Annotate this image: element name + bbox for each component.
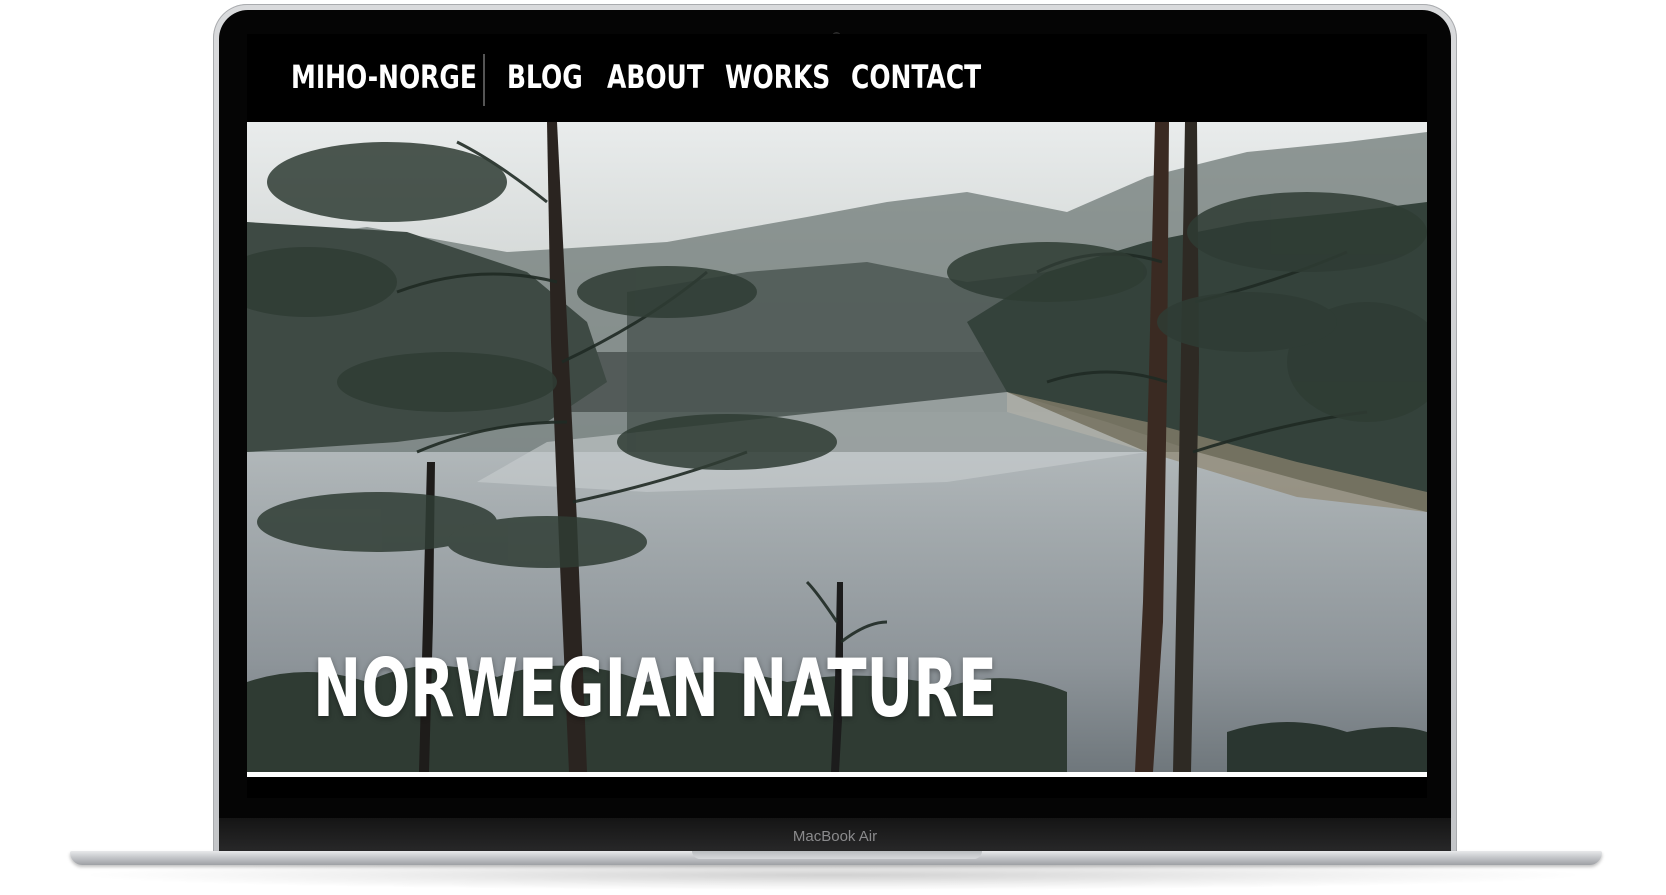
laptop-screen: MIHO-NORGE BLOG ABOUT WORKS CONTACT NORW… (247, 34, 1427, 798)
brand-link[interactable]: MIHO-NORGE (291, 58, 477, 96)
nav-item-works[interactable]: WORKS (725, 58, 830, 96)
hero-banner: NORWEGIAN NATURE (247, 122, 1427, 772)
nav-item-contact[interactable]: CONTACT (851, 58, 981, 96)
nav-item-about[interactable]: ABOUT (607, 58, 704, 96)
laptop-base-notch (692, 851, 982, 859)
hero-title: NORWEGIAN NATURE (313, 642, 998, 735)
nav-item-blog[interactable]: BLOG (507, 58, 583, 96)
site-navigation: MIHO-NORGE BLOG ABOUT WORKS CONTACT (247, 34, 1427, 122)
hero-bottom-border (247, 772, 1427, 777)
nav-divider (483, 54, 485, 106)
